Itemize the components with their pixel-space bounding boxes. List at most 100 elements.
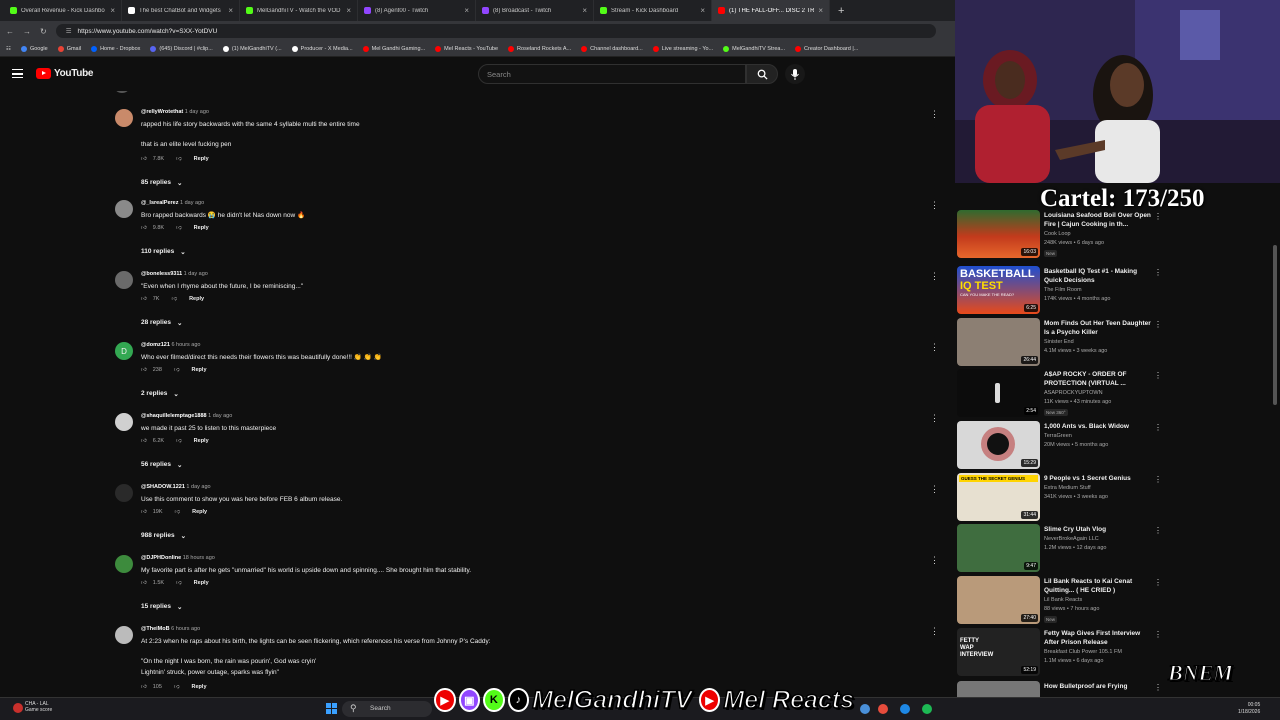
view-replies-button[interactable]: 85 replies ⌄	[141, 179, 182, 187]
video-thumbnail[interactable]: 16:03	[957, 210, 1040, 258]
video-title[interactable]: Mom Finds Out Her Teen Daughter Is a Psy…	[1044, 320, 1156, 337]
dislike-icon[interactable]: 👎︎	[176, 580, 182, 586]
comment-author[interactable]: @rellyWrotethat	[141, 109, 183, 115]
tab-close-icon[interactable]: ×	[818, 6, 823, 15]
reload-icon[interactable]: ↻	[40, 27, 47, 36]
comment-avatar[interactable]	[115, 484, 133, 502]
more-options-icon[interactable]: ⋮	[1154, 526, 1162, 535]
reply-button[interactable]: Reply	[192, 367, 207, 373]
reply-button[interactable]: Reply	[194, 438, 209, 444]
channel-name[interactable]: Sinister End	[1044, 339, 1074, 345]
channel-name[interactable]: Lil Bank Reacts	[1044, 597, 1082, 603]
more-options-icon[interactable]: ⋮	[1154, 320, 1162, 329]
view-replies-button[interactable]: 15 replies ⌄	[141, 603, 182, 611]
youtube-logo[interactable]: YouTube	[36, 68, 94, 79]
video-thumbnail[interactable]: 15:29	[957, 421, 1040, 469]
browser-tab[interactable]: The best ChatBot and Widgets ×	[122, 0, 240, 21]
video-thumbnail[interactable]: 9:47	[957, 524, 1040, 572]
scrollbar[interactable]	[1273, 245, 1277, 405]
view-replies-button[interactable]: 28 replies ⌄	[141, 319, 182, 327]
bookmark-item[interactable]: Google	[20, 45, 48, 52]
taskbar-clock[interactable]: 00:05 1/18/2026	[1238, 702, 1260, 716]
view-replies-button[interactable]: 110 replies ⌄	[141, 248, 186, 256]
video-title[interactable]: 9 People vs 1 Secret Genius	[1044, 475, 1156, 484]
like-icon[interactable]: 👍︎	[141, 438, 147, 444]
more-options-icon[interactable]: ⋮	[930, 342, 939, 353]
search-button[interactable]	[746, 64, 778, 84]
dislike-icon[interactable]: 👎︎	[176, 156, 182, 162]
reply-button[interactable]: Reply	[194, 225, 209, 231]
video-title[interactable]: 1,000 Ants vs. Black Widow	[1044, 423, 1156, 432]
tab-close-icon[interactable]: ×	[464, 6, 469, 15]
comment-avatar[interactable]	[115, 200, 133, 218]
bookmark-item[interactable]: Mel Gandhi Gaming...	[362, 45, 425, 52]
comment-author[interactable]: @_IsrealPerez	[141, 200, 178, 206]
bookmark-item[interactable]: Producer - X Media...	[291, 45, 353, 52]
search-input[interactable]: Search	[478, 64, 746, 84]
comment-author[interactable]: @domz121	[141, 342, 170, 348]
reply-button[interactable]: Reply	[192, 509, 207, 515]
recommended-video[interactable]: 26:44 Mom Finds Out Her Teen Daughter Is …	[957, 318, 1257, 370]
comment-author[interactable]: @TheiMoB	[141, 626, 170, 632]
voice-search-button[interactable]	[785, 64, 805, 84]
more-options-icon[interactable]: ⋮	[1154, 423, 1162, 432]
like-icon[interactable]: 👍︎	[141, 580, 147, 586]
video-title[interactable]: Fetty Wap Gives First Interview After Pr…	[1044, 630, 1156, 647]
forward-icon[interactable]: →	[23, 27, 31, 36]
view-replies-button[interactable]: 56 replies ⌄	[141, 461, 182, 469]
like-icon[interactable]: 👍︎	[141, 684, 147, 690]
comment-time[interactable]: 1 day ago	[184, 271, 208, 277]
like-icon[interactable]: 👍︎	[141, 156, 147, 162]
taskbar-search[interactable]: ⚲ Search	[342, 701, 432, 717]
bookmark-item[interactable]: (1) MelGandhiTV (...	[222, 45, 282, 52]
video-title[interactable]: A$AP ROCKY - ORDER OF PROTECTION (VIRTUA…	[1044, 371, 1156, 388]
tab-close-icon[interactable]: ×	[110, 6, 115, 15]
recommended-video[interactable]: 9:47 Slime Cry Utah Vlog NeverBrokeAgain L…	[957, 524, 1257, 576]
channel-name[interactable]: The Film Room	[1044, 287, 1082, 293]
recommended-video[interactable]: 27:40 Lil Bank Reacts to Kai Cenat Quitti…	[957, 576, 1257, 628]
url-input[interactable]: ☰ https://www.youtube.com/watch?v=SXX-Yo…	[55, 24, 936, 38]
comment-time[interactable]: 1 day ago	[180, 200, 204, 206]
tab-close-icon[interactable]: ×	[346, 6, 351, 15]
bookmark-item[interactable]: Live streaming - Yo...	[652, 45, 713, 52]
comment-avatar[interactable]	[115, 413, 133, 431]
browser-tab[interactable]: (8) Agent00 - Twitch ×	[358, 0, 476, 21]
bookmark-item[interactable]: Creator Dashboard |...	[795, 45, 858, 52]
video-title[interactable]: Louisiana Seafood Boil Over Open Fire | …	[1044, 212, 1156, 229]
more-options-icon[interactable]: ⋮	[930, 413, 939, 424]
back-icon[interactable]: ←	[6, 27, 14, 36]
bookmark-item[interactable]: Gmail	[57, 45, 81, 52]
video-thumbnail[interactable]: GUESS THE SECRET GENIUS 31:44	[957, 473, 1040, 521]
video-thumbnail[interactable]: BASKETBALL IQ TEST CAN YOU MAKE THE READ? 6…	[957, 266, 1040, 314]
comment-author[interactable]: @DJPHDonline	[141, 555, 181, 561]
dislike-icon[interactable]: 👎︎	[171, 296, 177, 302]
dislike-icon[interactable]: 👎︎	[176, 438, 182, 444]
recommended-video[interactable]: 16:03 Louisiana Seafood Boil Over Open Fi…	[957, 210, 1257, 262]
more-options-icon[interactable]: ⋮	[930, 109, 939, 120]
channel-name[interactable]: Breakfast Club Power 105.1 FM	[1044, 649, 1122, 655]
dislike-icon[interactable]: 👎︎	[174, 367, 180, 373]
chrome-icon[interactable]	[878, 704, 888, 714]
reply-button[interactable]: Reply	[194, 156, 209, 162]
more-options-icon[interactable]: ⋮	[1154, 371, 1162, 380]
comment-author[interactable]: @SHADOW.1221	[141, 484, 185, 490]
video-thumbnail[interactable]: 27:40	[957, 576, 1040, 624]
comment-time[interactable]: 6 hours ago	[171, 342, 200, 348]
browser-tab[interactable]: Stream - Kick Dashboard ×	[594, 0, 712, 21]
more-options-icon[interactable]: ⋮	[930, 200, 939, 211]
channel-name[interactable]: NeverBrokeAgain LLC	[1044, 536, 1099, 542]
reply-button[interactable]: Reply	[189, 296, 204, 302]
dislike-icon[interactable]: 👎︎	[174, 684, 180, 690]
comment-time[interactable]: 1 day ago	[208, 413, 232, 419]
video-thumbnail[interactable]: 26:44	[957, 318, 1040, 366]
recommended-video[interactable]: BASKETBALL IQ TEST CAN YOU MAKE THE READ? 6…	[957, 266, 1257, 318]
reply-button[interactable]: Reply	[194, 580, 209, 586]
recommended-video[interactable]: 2:54 A$AP ROCKY - ORDER OF PROTECTION (VI…	[957, 369, 1257, 421]
comment-time[interactable]: 1 day ago	[186, 484, 210, 490]
tab-close-icon[interactable]: ×	[582, 6, 587, 15]
video-thumbnail[interactable]: FETTY WAP INTERVIEW 52:19	[957, 628, 1040, 676]
video-title[interactable]: Lil Bank Reacts to Kai Cenat Quitting...…	[1044, 578, 1156, 595]
video-title[interactable]: Basketball IQ Test #1 - Making Quick Dec…	[1044, 268, 1156, 285]
weather-widget[interactable]: CHA - LAL Game score	[25, 701, 52, 713]
windows-start-icon[interactable]	[326, 703, 337, 714]
